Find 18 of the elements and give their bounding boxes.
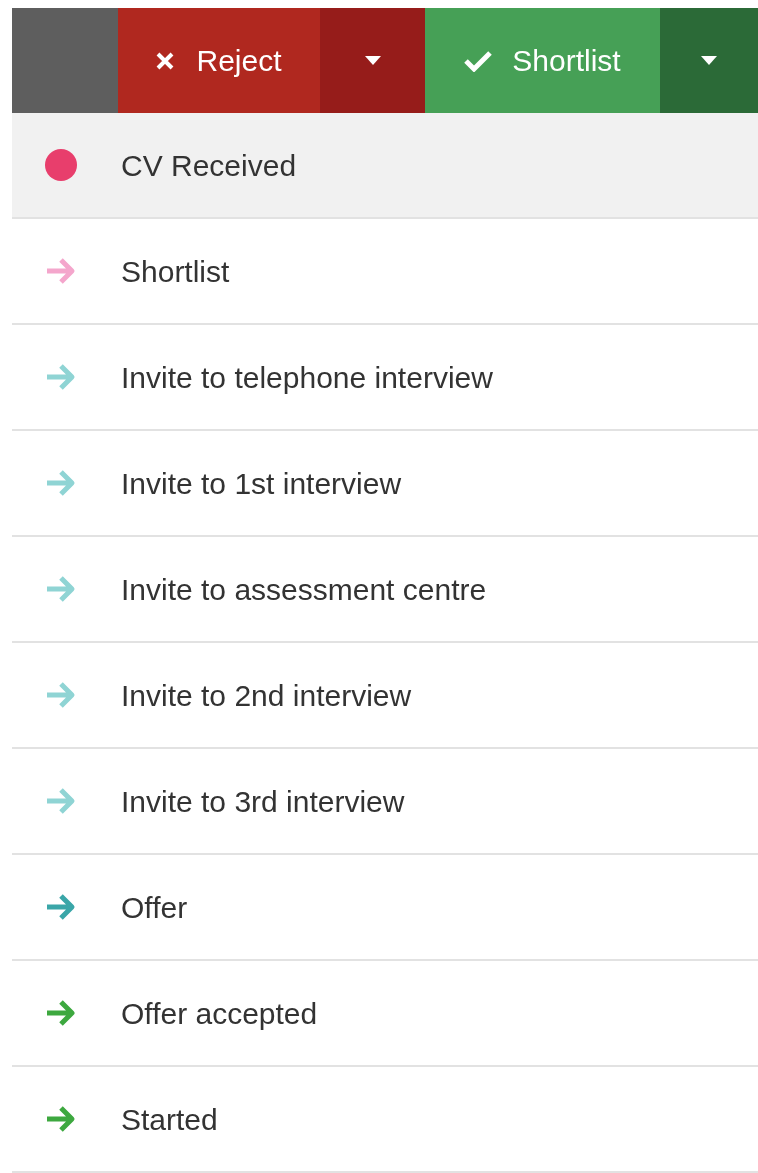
stage-label: Started [121, 1101, 218, 1138]
stage-label: Invite to 1st interview [121, 465, 402, 502]
close-icon [156, 51, 175, 70]
caret-icon [364, 56, 381, 65]
stage-label: Invite to assessment centre [121, 571, 487, 608]
stage-label: Offer [121, 889, 188, 926]
check-icon [464, 49, 493, 72]
caret-icon [701, 56, 717, 65]
stage-label: Shortlist [121, 253, 230, 290]
stage-label: Invite to telephone interview [121, 359, 493, 396]
stage-label: Offer accepted [121, 995, 318, 1032]
shortlist-dropdown-button[interactable] [660, 8, 758, 113]
reject-button[interactable]: Reject [118, 8, 320, 113]
stage-label: CV Received [121, 147, 297, 184]
stage-label: Invite to 3rd interview [121, 783, 405, 820]
stage-item[interactable]: CV Received [12, 113, 758, 219]
stage-label: Invite to 2nd interview [121, 677, 412, 714]
reject-dropdown-button[interactable] [320, 8, 425, 113]
